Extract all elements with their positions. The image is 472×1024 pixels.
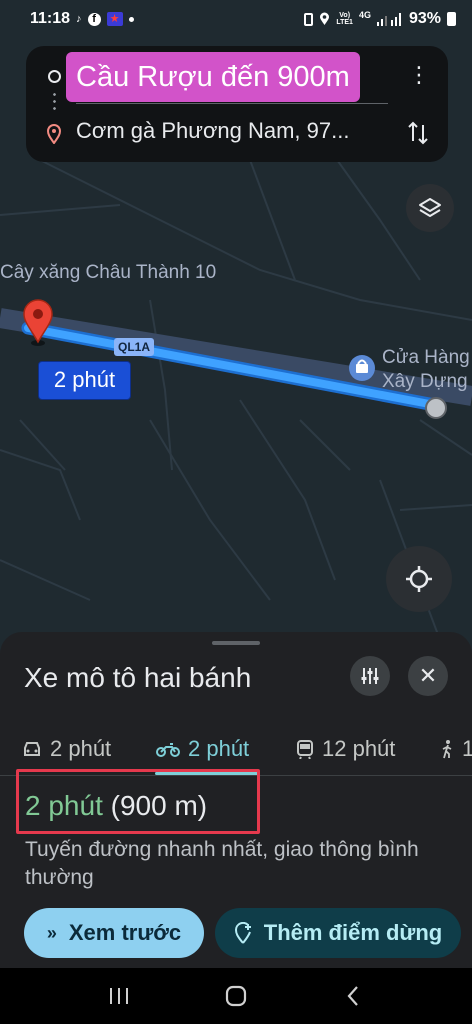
tab-car[interactable]: 2 phút [22,724,111,774]
4g-signal-icon: 4G [358,9,371,20]
tab-walking[interactable]: 1 [440,724,472,774]
gas-station-label[interactable]: Cây xăng Châu Thành 10 [0,262,216,284]
tab-transit[interactable]: 12 phút [296,724,395,774]
sheet-drag-handle[interactable] [212,641,260,645]
layers-button[interactable] [406,184,454,232]
back-icon[interactable] [338,981,368,1011]
walking-icon [442,740,452,759]
route-options-button[interactable] [350,656,390,696]
origin-divider [76,103,388,104]
preview-button[interactable]: » Xem trước [24,908,204,958]
battery-icon [447,12,456,26]
route-dots-icon [53,91,56,113]
battery-percent: 93% [408,10,441,27]
route-card: Cầu Rượu đến 900m ⋮ Cơm gà Phương Nam, 9… [26,46,448,162]
sheet-title: Xe mô tô hai bánh [24,662,252,693]
origin-marker [425,397,447,419]
route-time-bubble[interactable]: 2 phút [38,361,131,400]
shop-poi-icon[interactable] [349,355,375,381]
destination-pin-small-icon [46,124,62,144]
layers-icon [419,198,441,217]
tab-transit-label: 12 phút [322,736,396,761]
shop-label-line1: Cửa Hàng [382,347,470,368]
swap-vertical-icon[interactable] [406,120,430,146]
battery-saver-icon [304,12,314,26]
road-badge: QL1A [114,338,154,356]
transit-icon [297,740,313,759]
add-stop-button[interactable]: Thêm điểm dừng [215,908,461,958]
destination-field[interactable]: Cơm gà Phương Nam, 97... [76,118,349,144]
status-left: 11:18 ♪ f ★ [30,10,134,28]
tab-car-label: 2 phút [50,736,112,761]
location-icon [320,12,330,25]
status-right: Vo) LTE1 4G 93% [304,10,456,28]
add-stop-button-label: Thêm điểm dừng [263,920,443,945]
shop-label[interactable]: Cửa Hàng Xây Dựng [382,346,470,394]
car-icon [24,742,40,756]
motorbike-icon [156,743,180,757]
origin-circle-icon [48,70,61,83]
route-description: Tuyến đường nhanh nhất, giao thông bình … [25,838,419,889]
tab-motorbike[interactable]: 2 phút [156,724,249,774]
dot-icon [128,16,134,22]
origin-field[interactable]: Cầu Rượu đến 900m [66,52,360,102]
tune-icon [361,668,379,684]
home-icon[interactable] [221,981,251,1011]
preview-button-label: Xem trước [68,920,182,945]
tiktok-icon: ♪ [76,13,82,25]
shop-label-line2: Xây Dựng [382,371,468,392]
close-button[interactable]: ✕ [408,656,448,696]
tab-motorbike-label: 2 phút [188,736,250,761]
tab-walking-label: 1 [462,736,472,761]
duration-time: 2 phút [25,790,103,821]
chevron-double-right-icon: » [46,922,57,943]
status-time: 11:18 [30,10,71,27]
route-duration: 2 phút (900 m) [25,790,207,822]
directions-sheet: Xe mô tô hai bánh ✕ 2 phút 2 phút 12 phú… [0,632,472,968]
signal-icon [376,13,401,26]
more-vertical-icon[interactable]: ⋮ [408,64,430,88]
duration-distance: (900 m) [110,790,208,821]
add-location-icon [234,922,251,944]
my-location-button[interactable] [386,546,452,612]
system-nav-bar [0,968,472,1024]
app-notification-icon: ★ [106,12,123,26]
maps-app: Cây xăng Châu Thành 10 Cửa Hàng Xây Dựng… [0,0,472,1024]
crosshair-icon [406,566,432,592]
close-icon: ✕ [418,663,438,688]
status-bar: 11:18 ♪ f ★ Vo) LTE1 4G 93% [0,0,472,38]
recent-apps-icon[interactable] [104,981,134,1011]
volte-icon: Vo) LTE1 [336,12,353,26]
facebook-icon: f [87,12,101,26]
